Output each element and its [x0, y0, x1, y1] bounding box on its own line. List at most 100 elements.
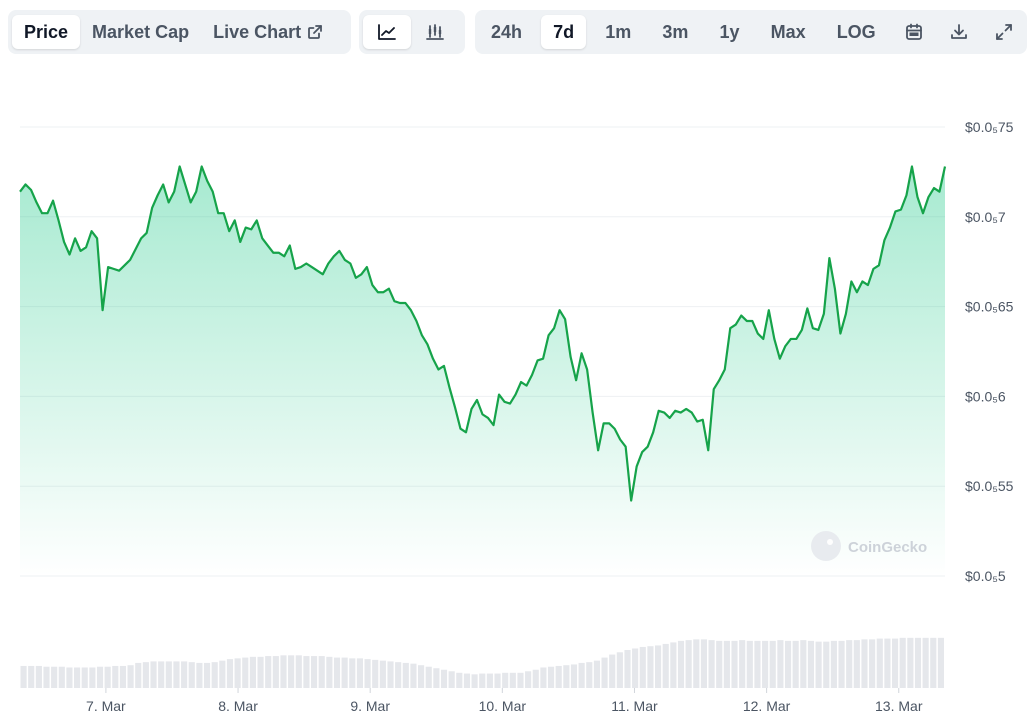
- volume-bar: [884, 638, 891, 688]
- volume-bar: [800, 640, 807, 688]
- fullscreen-button[interactable]: [985, 15, 1023, 49]
- volume-bar: [158, 661, 165, 688]
- volume-bar: [540, 667, 547, 688]
- volume-bar: [272, 656, 279, 688]
- volume-bar: [249, 656, 256, 688]
- volume-bar: [112, 665, 119, 688]
- line-chart-button[interactable]: [363, 15, 411, 49]
- volume-bar: [624, 650, 631, 688]
- y-tick-label: $0.0₅55: [965, 478, 1014, 494]
- time-range-group: 24h 7d 1m 3m 1y Max LOG: [475, 10, 1027, 54]
- range-1y[interactable]: 1y: [707, 15, 751, 49]
- volume-bar: [471, 674, 478, 688]
- range-1y-label: 1y: [719, 21, 740, 42]
- tab-live-chart[interactable]: Live Chart: [201, 15, 335, 49]
- volume-bar: [777, 640, 784, 688]
- volume-bar: [563, 665, 570, 688]
- volume-bar: [20, 665, 27, 688]
- x-tick-label: 11. Mar: [611, 698, 658, 714]
- volume-bar: [784, 640, 792, 688]
- tab-price[interactable]: Price: [12, 15, 81, 49]
- volume-bar: [387, 661, 394, 688]
- y-tick-label: $0.0₅7: [965, 209, 1006, 225]
- volume-bar: [846, 640, 853, 688]
- external-link-icon: [307, 24, 323, 40]
- volume-bar: [234, 658, 241, 688]
- volume-bar: [203, 662, 211, 688]
- x-tick-label: 12. Mar: [743, 698, 791, 714]
- volume-bar: [632, 648, 639, 688]
- volume-bar: [739, 640, 746, 688]
- volume-bar: [517, 672, 524, 688]
- volume-bar: [693, 639, 700, 688]
- coingecko-logo-eye: [827, 539, 833, 545]
- range-max[interactable]: Max: [759, 15, 818, 49]
- volume-bar: [700, 639, 708, 688]
- volume-bar: [570, 664, 578, 688]
- volume-bar: [823, 641, 830, 688]
- log-scale-toggle[interactable]: LOG: [825, 15, 888, 49]
- volume-bar: [96, 666, 104, 688]
- download-icon: [950, 23, 968, 41]
- price-area: [20, 166, 945, 576]
- range-24h[interactable]: 24h: [479, 15, 534, 49]
- volume-bar: [173, 661, 180, 688]
- volume-bar: [853, 640, 860, 688]
- coingecko-logo-icon: [811, 531, 841, 561]
- x-tick-label: 9. Mar: [350, 698, 390, 714]
- volume-bar: [349, 658, 356, 688]
- volume-bar: [907, 637, 914, 688]
- volume-bar: [89, 667, 96, 688]
- volume-bar: [937, 637, 944, 688]
- volume-bar: [318, 656, 325, 688]
- tab-market-cap[interactable]: Market Cap: [80, 15, 201, 49]
- range-24h-label: 24h: [491, 21, 523, 42]
- volume-bar: [188, 662, 195, 688]
- range-7d[interactable]: 7d: [541, 15, 587, 49]
- volume-bar: [288, 655, 295, 688]
- volume-bar: [364, 659, 371, 688]
- range-3m[interactable]: 3m: [650, 15, 700, 49]
- y-axis: $0.0₅75 $0.0₅7 $0.0₅65 $0.0₅6 $0.0₅55 $0.0₅5: [965, 119, 1014, 584]
- volume-bar: [211, 662, 218, 688]
- volume-bar: [425, 666, 432, 688]
- volume-bar: [746, 640, 753, 688]
- volume-bar: [104, 666, 111, 688]
- calendar-button[interactable]: [895, 15, 933, 49]
- volume-bar: [677, 640, 685, 688]
- download-button[interactable]: [940, 15, 978, 49]
- y-tick-label: $0.0₅5: [965, 568, 1006, 584]
- volume-bar: [662, 643, 669, 688]
- volume-bar: [74, 667, 81, 688]
- volume-bar: [150, 661, 157, 688]
- volume-bar: [448, 671, 455, 688]
- volume-bar: [379, 660, 386, 688]
- volume-bar: [486, 673, 493, 688]
- y-tick-label: $0.0₅6: [965, 388, 1006, 404]
- price-chart[interactable]: CoinGecko $0.0₅75$0.0₅7$0.0₅65$0.0₅6$0.0…: [0, 60, 1027, 727]
- metric-tab-group: Price Market Cap Live Chart: [8, 10, 351, 54]
- volume-bar: [509, 672, 516, 688]
- x-axis: 7. Mar 8. Mar 9. Mar 10. Mar 11. Mar 12. Mar 1…: [86, 688, 923, 714]
- volume-bar: [418, 665, 425, 688]
- volume-bar: [502, 672, 509, 688]
- volume-bar: [127, 665, 134, 688]
- volume-bar: [196, 662, 203, 688]
- volume-bar: [754, 640, 761, 688]
- volume-bar: [81, 667, 88, 688]
- log-scale-label: LOG: [836, 21, 876, 42]
- range-1m-label: 1m: [605, 21, 632, 42]
- candlestick-button[interactable]: [411, 15, 459, 49]
- volume-bar: [280, 655, 287, 688]
- volume-bar: [28, 665, 35, 688]
- volume-bar: [119, 665, 127, 688]
- volume-bar: [402, 662, 409, 688]
- range-1m[interactable]: 1m: [593, 15, 643, 49]
- range-max-label: Max: [770, 21, 806, 42]
- volume-bar: [242, 657, 249, 688]
- volume-bar: [593, 660, 600, 688]
- volume-bar: [51, 666, 58, 688]
- volume-bar: [876, 638, 883, 688]
- chart-toolbar: Price Market Cap Live Chart 24h 7d 1m 3m…: [8, 10, 1027, 54]
- y-tick-label: $0.0₅65: [965, 299, 1014, 315]
